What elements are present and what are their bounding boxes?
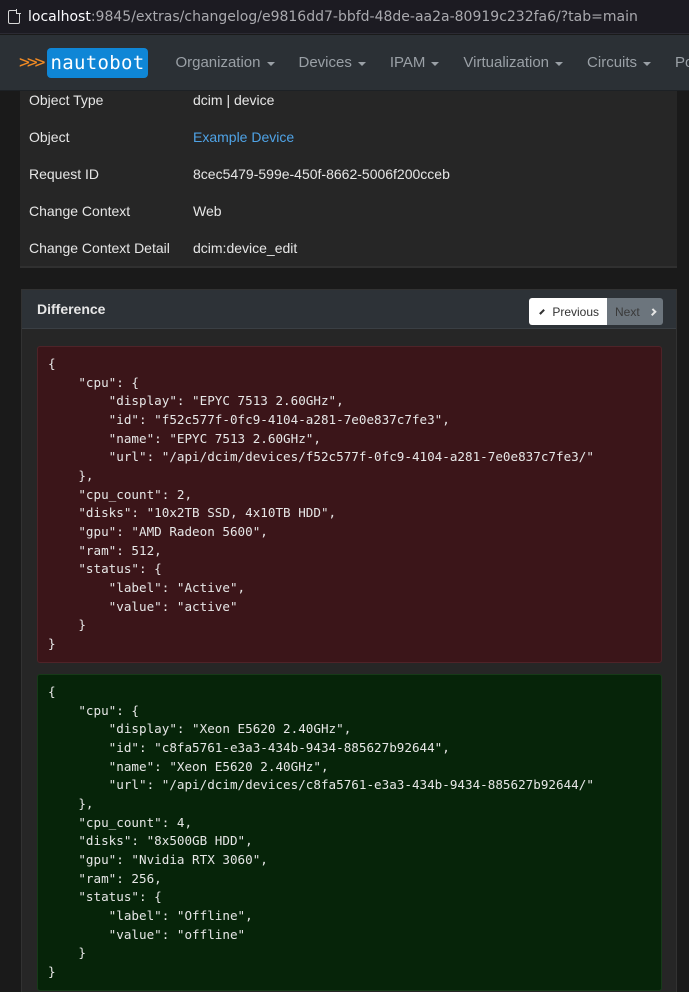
page-icon [8, 9, 21, 24]
url-text[interactable]: localhost:9845/extras/changelog/e9816dd7… [28, 9, 638, 25]
nav-label: Circuits [587, 54, 638, 71]
change-attributes-panel: Object Type dcim | device Object Example… [20, 91, 677, 268]
change-pager: Previous Next [529, 298, 663, 325]
next-button[interactable]: Next [607, 298, 663, 325]
caret-down-icon [555, 61, 564, 66]
difference-panel-heading: Difference Previous Next [22, 290, 676, 329]
browser-url-bar[interactable]: localhost:9845/extras/changelog/e9816dd7… [0, 0, 689, 34]
nav-label: Pow [675, 54, 689, 71]
top-navbar: >>> nautobot Organization Devices IPAM V… [0, 35, 689, 91]
caret-down-icon [266, 61, 275, 66]
nav-menu: Organization Devices IPAM Virtualization… [175, 54, 689, 71]
logo-text: nautobot [50, 51, 145, 74]
nav-label: IPAM [389, 54, 426, 71]
difference-panel: Difference Previous Next { "cpu": { "dis… [21, 289, 677, 992]
url-path: :9845/extras/changelog/e9816dd7-bbfd-48d… [90, 8, 638, 25]
nav-label: Devices [298, 54, 352, 71]
attr-label-object-type: Object Type [29, 92, 104, 108]
main-content: Object Type dcim | device Object Example… [0, 91, 689, 992]
chevron-left-icon [539, 308, 546, 315]
nav-devices[interactable]: Devices [299, 54, 366, 71]
previous-button[interactable]: Previous [529, 298, 607, 325]
attr-label-object: Object [29, 129, 70, 145]
next-label: Next [615, 304, 640, 319]
nav-circuits[interactable]: Circuits [587, 54, 652, 71]
attr-label-change-context: Change Context [29, 203, 131, 219]
url-host: localhost [28, 8, 91, 25]
attr-value-object-type: dcim | device [193, 92, 275, 108]
attr-value-change-context-detail: dcim:device_edit [193, 240, 298, 256]
attr-label-change-context-detail: Change Context Detail [29, 240, 170, 256]
attr-value-change-context: Web [193, 203, 222, 219]
nav-virtualization[interactable]: Virtualization [463, 54, 564, 71]
nav-organization[interactable]: Organization [175, 54, 275, 71]
previous-label: Previous [552, 304, 599, 319]
added-data-block: { "cpu": { "display": "Xeon E5620 2.40GH… [37, 674, 662, 991]
object-link[interactable]: Example Device [193, 129, 294, 145]
attr-label-request-id: Request ID [29, 166, 100, 182]
chevron-right-icon [648, 307, 657, 316]
nav-ipam[interactable]: IPAM [390, 54, 440, 71]
attr-value-request-id: 8cec5479-599e-450f-8662-5006f200cceb [193, 166, 450, 182]
nav-label: Organization [175, 54, 261, 71]
logo-box: nautobot [46, 47, 149, 78]
nav-label: Virtualization [463, 54, 550, 71]
logo-chevrons: >>> [19, 52, 45, 73]
caret-down-icon [431, 61, 440, 66]
difference-title: Difference [37, 301, 106, 317]
removed-data-block: { "cpu": { "display": "EPYC 7513 2.60GHz… [37, 346, 662, 663]
caret-down-icon [357, 61, 366, 66]
caret-down-icon [643, 61, 652, 66]
nav-power[interactable]: Pow [675, 54, 689, 71]
nautobot-logo[interactable]: >>> nautobot [19, 47, 149, 78]
